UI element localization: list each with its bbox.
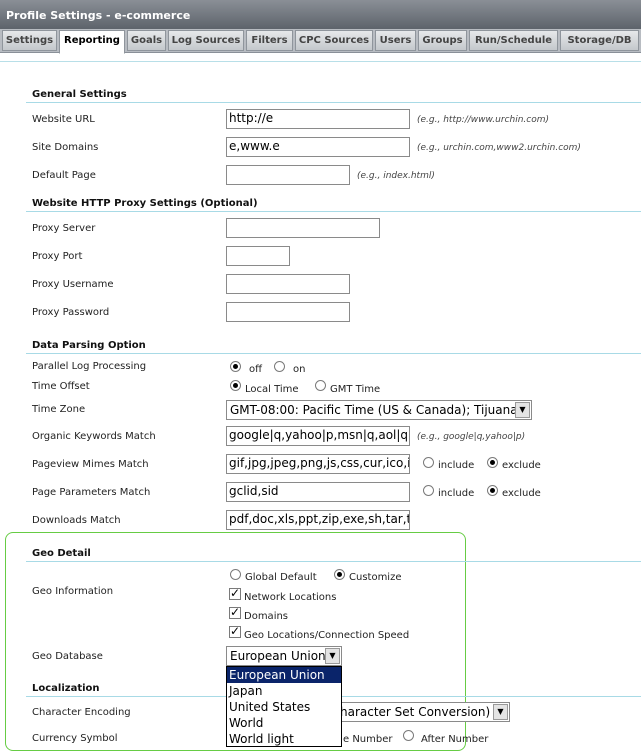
tab-filters[interactable]: Filters xyxy=(246,30,293,51)
proxy-heading: Website HTTP Proxy Settings (Optional) xyxy=(32,198,258,209)
default-page-label: Default Page xyxy=(32,170,96,181)
proxy-port-label: Proxy Port xyxy=(32,251,83,262)
params-include-radio[interactable] xyxy=(423,485,434,496)
site-domains-label: Site Domains xyxy=(32,142,99,153)
tab-groups[interactable]: Groups xyxy=(418,30,467,51)
geo-database-select[interactable]: European Union ▼ xyxy=(226,646,342,666)
proxy-password-input[interactable] xyxy=(226,302,350,322)
dropdown-option-world-light[interactable]: World light xyxy=(227,731,341,747)
page-params-label: Page Parameters Match xyxy=(32,487,151,498)
pageview-mimes-label: Pageview Mimes Match xyxy=(32,459,149,470)
geo-detail-heading: Geo Detail xyxy=(32,548,91,559)
general-settings-heading: General Settings xyxy=(32,89,127,100)
parallel-off-label: off xyxy=(249,364,263,375)
section-divider xyxy=(26,353,641,354)
proxy-port-input[interactable] xyxy=(226,246,290,266)
website-url-hint: (e.g., http://www.urchin.com) xyxy=(417,115,549,125)
content-top-divider xyxy=(0,61,641,62)
geo-database-value: European Union xyxy=(230,649,326,663)
tab-bar: Settings Reporting Goals Log Sources Fil… xyxy=(0,29,641,54)
params-exclude-label: exclude xyxy=(502,488,541,499)
currency-before-label: e Number xyxy=(343,734,393,745)
gmt-time-radio[interactable] xyxy=(315,380,326,391)
parallel-on-label: on xyxy=(293,364,306,375)
dropdown-option-european-union[interactable]: European Union xyxy=(227,667,341,683)
dropdown-option-japan[interactable]: Japan xyxy=(227,683,341,699)
geo-database-label: Geo Database xyxy=(32,651,103,662)
proxy-server-label: Proxy Server xyxy=(32,223,96,234)
default-page-hint: (e.g., index.html) xyxy=(357,171,435,181)
downloads-match-label: Downloads Match xyxy=(32,515,121,526)
customize-label: Customize xyxy=(349,572,402,583)
proxy-server-input[interactable] xyxy=(226,218,380,238)
proxy-username-label: Proxy Username xyxy=(32,279,114,290)
dropdown-option-world[interactable]: World xyxy=(227,715,341,731)
mimes-include-radio[interactable] xyxy=(423,457,434,468)
tab-storage-db[interactable]: Storage/DB xyxy=(560,30,639,51)
tab-settings[interactable]: Settings xyxy=(2,30,57,51)
data-parsing-heading: Data Parsing Option xyxy=(32,340,146,351)
tab-run-schedule[interactable]: Run/Schedule xyxy=(469,30,558,51)
organic-keywords-hint: (e.g., google|q,yahoo|p) xyxy=(417,432,526,442)
time-zone-value: GMT-08:00: Pacific Time (US & Canada); T… xyxy=(230,403,518,417)
params-exclude-radio[interactable] xyxy=(487,485,498,496)
chevron-down-icon[interactable]: ▼ xyxy=(325,648,340,664)
parallel-on-radio[interactable] xyxy=(274,361,285,372)
global-default-label: Global Default xyxy=(245,572,317,583)
customize-radio[interactable] xyxy=(334,569,345,580)
mimes-exclude-radio[interactable] xyxy=(487,457,498,468)
local-time-radio[interactable] xyxy=(230,380,241,391)
parallel-off-radio[interactable] xyxy=(230,361,241,372)
domains-checkbox[interactable] xyxy=(229,605,241,619)
character-encoding-label: Character Encoding xyxy=(32,707,131,718)
tab-goals[interactable]: Goals xyxy=(127,30,166,51)
section-divider xyxy=(26,561,641,562)
chevron-down-icon[interactable]: ▼ xyxy=(515,402,530,418)
mimes-exclude-label: exclude xyxy=(502,460,541,471)
downloads-match-input[interactable]: pdf,doc,xls,ppt,zip,exe,sh,tar,tg xyxy=(226,510,410,530)
network-locations-label: Network Locations xyxy=(244,592,337,603)
currency-symbol-label: Currency Symbol xyxy=(32,733,118,744)
page-params-input[interactable]: gclid,sid xyxy=(226,482,410,502)
currency-after-radio[interactable] xyxy=(403,730,414,741)
geo-locations-label: Geo Locations/Connection Speed xyxy=(244,630,410,641)
localization-heading: Localization xyxy=(32,683,100,694)
geo-database-dropdown-list: European Union Japan United States World… xyxy=(226,666,342,747)
organic-keywords-label: Organic Keywords Match xyxy=(32,431,156,442)
character-encoding-value: haracter Set Conversion) xyxy=(340,705,491,719)
section-divider xyxy=(26,102,641,103)
mimes-include-label: include xyxy=(438,460,475,471)
website-url-input[interactable]: http://e xyxy=(226,109,410,129)
network-locations-checkbox[interactable] xyxy=(229,586,241,600)
window-title: Profile Settings - e-commerce xyxy=(0,0,641,29)
tab-users[interactable]: Users xyxy=(375,30,416,51)
geo-information-label: Geo Information xyxy=(32,586,114,597)
organic-keywords-input[interactable]: google|q,yahoo|p,msn|q,aol|que xyxy=(226,426,410,446)
currency-after-label: After Number xyxy=(421,734,489,745)
time-zone-select[interactable]: GMT-08:00: Pacific Time (US & Canada); T… xyxy=(226,400,532,420)
local-time-label: Local Time xyxy=(245,384,299,395)
proxy-username-input[interactable] xyxy=(226,274,350,294)
proxy-password-label: Proxy Password xyxy=(32,307,110,318)
domains-label: Domains xyxy=(244,611,289,622)
time-offset-label: Time Offset xyxy=(32,381,90,392)
parallel-processing-label: Parallel Log Processing xyxy=(32,361,147,372)
tab-log-sources[interactable]: Log Sources xyxy=(168,30,244,51)
chevron-down-icon[interactable]: ▼ xyxy=(493,704,508,720)
section-divider xyxy=(26,211,641,212)
gmt-time-label: GMT Time xyxy=(330,384,381,395)
global-default-radio[interactable] xyxy=(230,569,241,580)
params-include-label: include xyxy=(438,488,475,499)
time-zone-label: Time Zone xyxy=(32,404,86,415)
pageview-mimes-input[interactable]: gif,jpg,jpeg,png,js,css,cur,ico,ic xyxy=(226,454,410,474)
site-domains-input[interactable]: e,www.e xyxy=(226,137,410,157)
tab-reporting[interactable]: Reporting xyxy=(59,30,125,54)
default-page-input[interactable] xyxy=(226,165,350,185)
dropdown-option-united-states[interactable]: United States xyxy=(227,699,341,715)
geo-locations-checkbox[interactable] xyxy=(229,624,241,638)
site-domains-hint: (e.g., urchin.com,www2.urchin.com) xyxy=(417,143,581,153)
website-url-label: Website URL xyxy=(32,114,95,125)
tab-cpc-sources[interactable]: CPC Sources xyxy=(295,30,373,51)
